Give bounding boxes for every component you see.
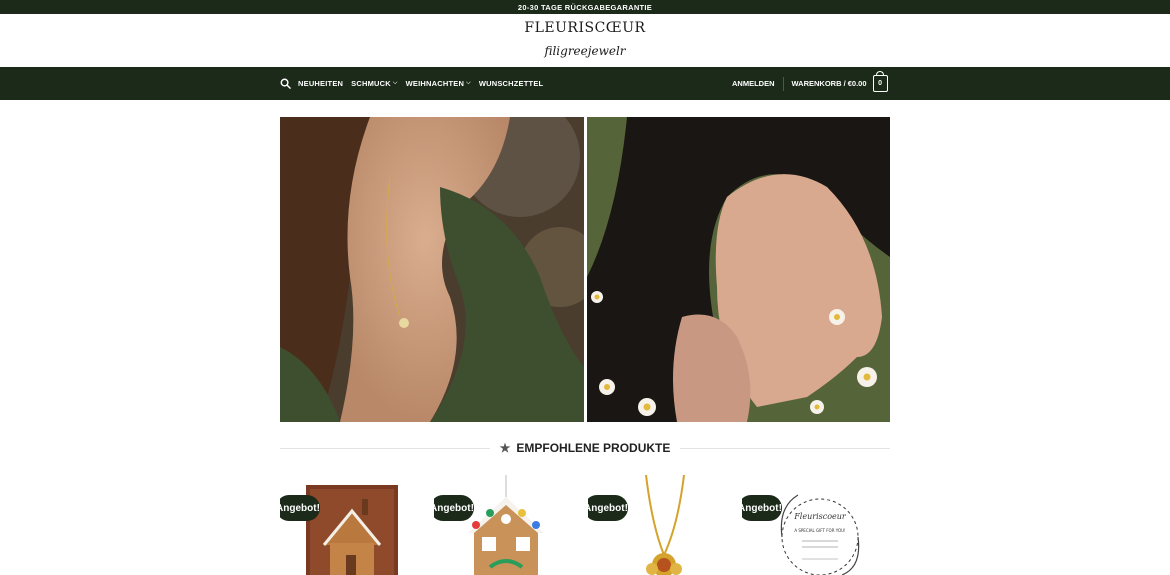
divider-line <box>280 447 490 449</box>
product-image[interactable] <box>460 475 552 575</box>
search-icon[interactable] <box>280 78 291 89</box>
star-icon: ★ <box>499 441 511 455</box>
svg-text:A SPECIAL GIFT FOR YOU!: A SPECIAL GIFT FOR YOU! <box>794 528 845 533</box>
product-card[interactable]: Angebot! Fleuriscoeur A SPECIAL GIFT FOR… <box>742 475 882 575</box>
nav-item-weihnachten[interactable]: WEIHNACHTEN ⌵ <box>406 79 471 88</box>
announcement-text: 20-30 TAGE RÜCKGABEGARANTIE <box>517 2 653 12</box>
main-nav: NEUHEITEN SCHMUCK ⌵ WEIHNACHTEN ⌵ WUNSCH… <box>0 67 1170 100</box>
chevron-down-icon: ⌵ <box>392 80 398 86</box>
sale-badge: Angebot! <box>280 495 320 521</box>
nav-item-wunschzettel[interactable]: WUNSCHZETTEL <box>479 79 543 88</box>
product-image[interactable] <box>306 485 398 575</box>
sale-badge: Angebot! <box>742 495 782 521</box>
chevron-down-icon: ⌵ <box>466 80 471 86</box>
cart-bag-icon[interactable]: 0 <box>872 71 888 92</box>
sale-badge: Angebot! <box>434 495 474 521</box>
section-title: ★ EMPFOHLENE PRODUKTE <box>490 441 681 455</box>
brand-logo[interactable]: FLEURISCŒUR <box>0 20 1170 36</box>
brand-tagline[interactable]: filigreejewelr <box>0 44 1170 58</box>
sale-badge: Angebot! <box>588 495 628 521</box>
divider-line <box>680 447 890 449</box>
hero-image-necklace[interactable] <box>280 117 584 422</box>
nav-item-label: WEIHNACHTEN <box>405 79 465 88</box>
product-card[interactable]: Angebot! <box>434 475 574 575</box>
product-card[interactable]: Angebot! <box>280 475 420 575</box>
cart-link[interactable]: WARENKORB / €0.00 <box>792 79 867 88</box>
nav-item-label: WUNSCHZETTEL <box>478 79 544 88</box>
nav-item-label: SCHMUCK <box>351 79 391 88</box>
section-title-text: EMPFOHLENE PRODUKTE <box>516 441 671 455</box>
product-card[interactable]: Angebot! <box>588 475 728 575</box>
svg-text:Fleuriscoeur: Fleuriscoeur <box>793 512 847 521</box>
nav-item-neuheiten[interactable]: NEUHEITEN <box>298 79 343 88</box>
nav-item-schmuck[interactable]: SCHMUCK ⌵ <box>351 79 397 88</box>
featured-products-heading: ★ EMPFOHLENE PRODUKTE <box>280 440 890 456</box>
product-image[interactable] <box>618 475 710 575</box>
login-link[interactable]: ANMELDEN <box>732 79 775 88</box>
announcement-bar: 20-30 TAGE RÜCKGABEGARANTIE <box>0 0 1170 14</box>
cart-count: 0 <box>878 80 882 87</box>
site-header: FLEURISCŒUR filigreejewelr <box>0 14 1170 67</box>
hero-image-earrings[interactable] <box>587 117 890 422</box>
nav-divider <box>782 76 784 91</box>
nav-item-label: NEUHEITEN <box>298 79 344 88</box>
